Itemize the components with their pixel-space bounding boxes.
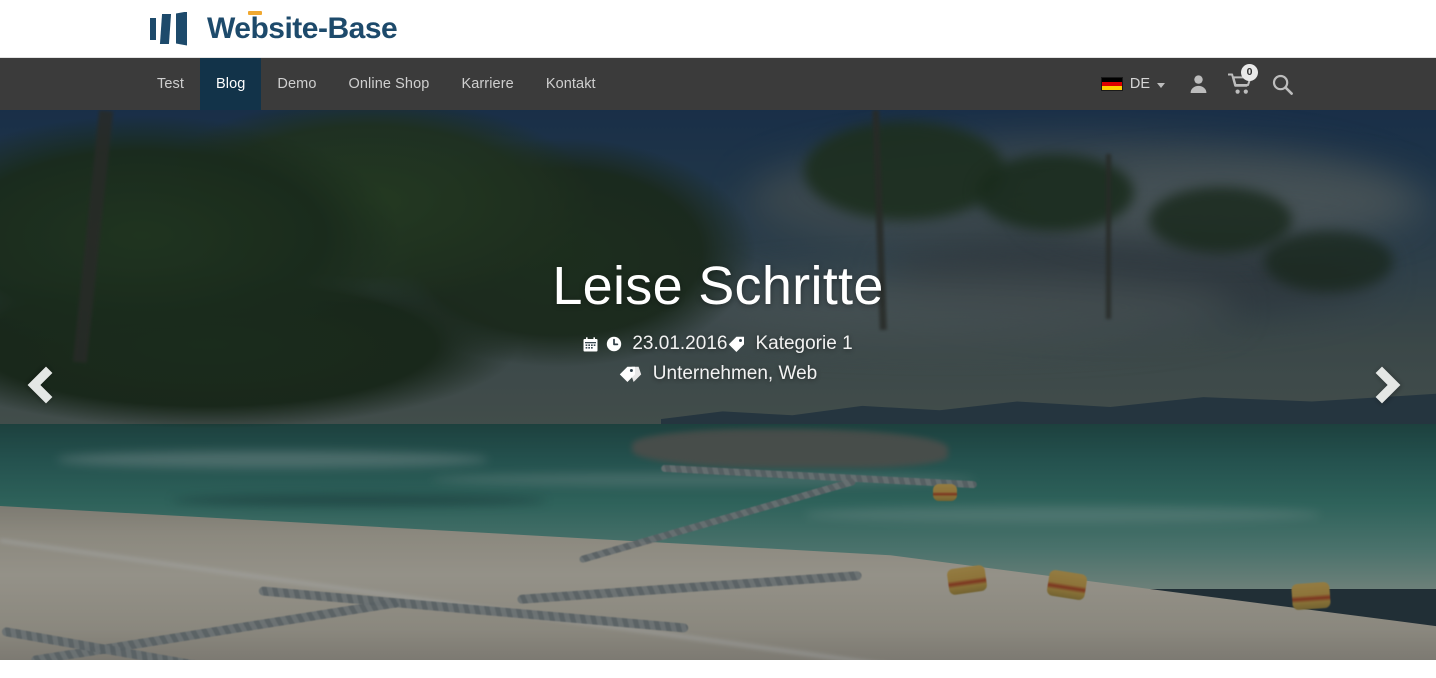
nav-item-karriere[interactable]: Karriere [445, 58, 529, 110]
post-category: Kategorie 1 [755, 333, 853, 355]
hero-carousel: Leise Schritte 23.01.2016 Kategorie 1 Un… [0, 110, 1436, 660]
chevron-left-icon [27, 366, 65, 404]
book-pages-icon [150, 11, 194, 46]
chevron-down-icon [1157, 82, 1165, 88]
brand-name: Website-Base [207, 11, 398, 45]
post-meta-tags: Unternehmen, Web [619, 363, 817, 385]
clock-icon [606, 336, 622, 352]
language-label: DE [1129, 76, 1150, 92]
cart-count-badge: 0 [1241, 64, 1258, 81]
tags-icon [619, 366, 642, 383]
user-icon [1190, 75, 1206, 93]
search-icon [1272, 74, 1293, 95]
calendar-icon [583, 336, 598, 352]
nav-item-blog[interactable]: Blog [200, 58, 262, 110]
site-header: Website-Base [0, 0, 1436, 58]
language-selector[interactable]: DE [1089, 76, 1177, 92]
carousel-next-button[interactable] [1354, 357, 1410, 413]
account-button[interactable] [1177, 58, 1219, 110]
tag-icon [728, 336, 745, 353]
logo-accent-bar [248, 10, 262, 15]
post-meta-primary: 23.01.2016 Kategorie 1 [583, 333, 853, 355]
nav-item-online-shop[interactable]: Online Shop [333, 58, 446, 110]
carousel-prev-button[interactable] [18, 357, 74, 413]
nav-item-demo[interactable]: Demo [261, 58, 332, 110]
main-navigation: Test Blog Demo Online Shop Karriere Kont… [0, 58, 1436, 110]
nav-utilities: DE 0 [1089, 58, 1303, 110]
post-date: 23.01.2016 [632, 333, 728, 355]
post-tags: Unternehmen, Web [652, 363, 818, 385]
site-logo[interactable]: Website-Base [150, 10, 398, 46]
chevron-right-icon [1363, 366, 1401, 404]
brand-name-wrap: Website-Base [207, 10, 398, 45]
page-content-area [0, 660, 1436, 678]
page-title: Leise Schritte [552, 255, 884, 316]
hero-content: Leise Schritte 23.01.2016 Kategorie 1 Un… [0, 110, 1436, 660]
cart-button[interactable]: 0 [1219, 58, 1261, 110]
nav-item-test[interactable]: Test [141, 58, 200, 110]
german-flag-icon [1100, 77, 1123, 91]
nav-item-kontakt[interactable]: Kontakt [530, 58, 612, 110]
search-button[interactable] [1261, 58, 1303, 110]
nav-items: Test Blog Demo Online Shop Karriere Kont… [141, 58, 612, 110]
